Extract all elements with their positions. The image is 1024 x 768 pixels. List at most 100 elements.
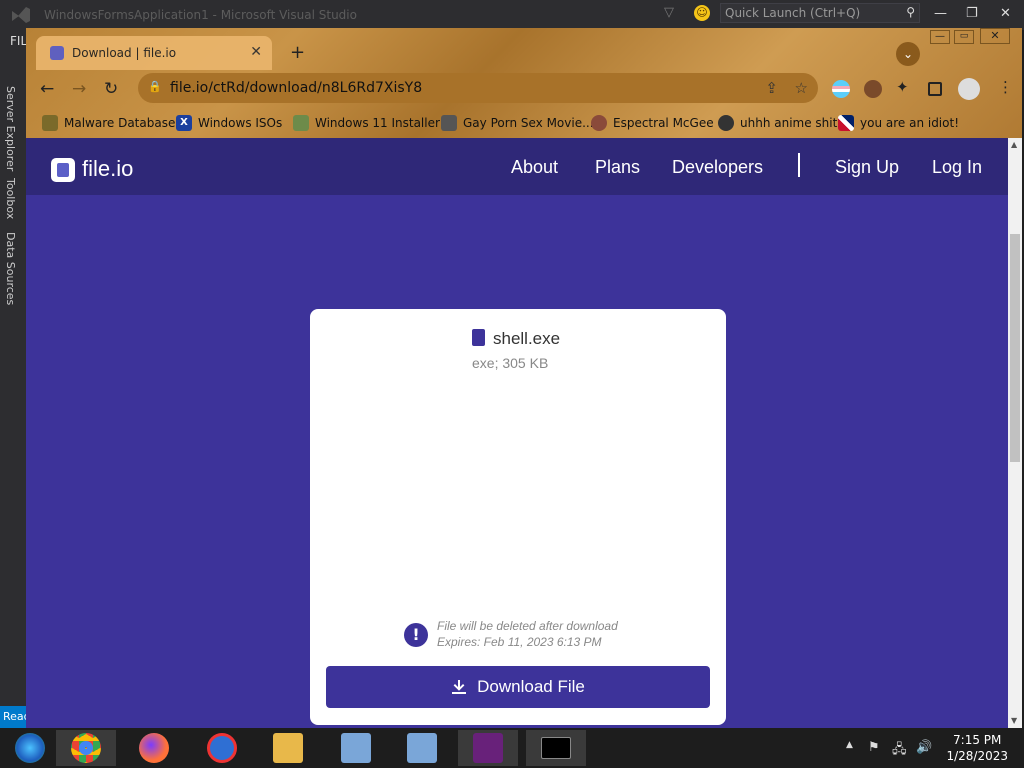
taskbar-explorer[interactable] (258, 730, 318, 766)
tab-search-button[interactable]: ⌄ (896, 42, 920, 66)
vs-status-bar: Ready (0, 706, 37, 728)
taskbar: ▲ ⚑ 🖧 🔊 7:15 PM 1/28/2023 (0, 728, 1024, 768)
bookmark-espectral-mcgee[interactable]: Espectral McGee (591, 112, 714, 134)
nav-about[interactable]: About (511, 157, 558, 178)
bookmark-site[interactable]: Gay Porn Sex Movie... (441, 112, 594, 134)
delete-notice: File will be deleted after download (437, 619, 618, 633)
start-button[interactable] (0, 730, 60, 766)
action-center-flag-icon[interactable]: ⚑ (868, 740, 880, 755)
x-icon: X (176, 115, 192, 131)
data-sources-tab[interactable]: Data Sources (4, 232, 17, 305)
vs-minimize-button[interactable]: — (934, 6, 947, 21)
share-icon[interactable]: ⇪ (765, 79, 778, 97)
reload-button[interactable]: ↻ (104, 79, 118, 99)
nav-signup[interactable]: Sign Up (835, 157, 899, 178)
bookmark-star-icon[interactable]: ☆ (795, 79, 808, 97)
visual-studio-icon (473, 733, 503, 763)
chrome-icon (71, 733, 101, 763)
vs-restore-button[interactable]: ❐ (966, 6, 978, 21)
quick-launch-input[interactable]: Quick Launch (Ctrl+Q) ⚲ (720, 3, 920, 23)
bookmark-you-are-an-idiot[interactable]: you are an idiot! (838, 112, 959, 134)
vs-window-title: WindowsFormsApplication1 - Microsoft Vis… (44, 8, 357, 22)
download-label: Download File (477, 677, 585, 696)
scroll-down-icon[interactable]: ▼ (1011, 716, 1017, 725)
window-minimize-button[interactable]: — (930, 30, 950, 44)
system-clock[interactable]: 7:15 PM 1/28/2023 (946, 732, 1008, 764)
nav-login[interactable]: Log In (932, 157, 982, 178)
extension-avatar-icon[interactable] (864, 80, 882, 98)
nav-divider (798, 153, 800, 177)
back-button[interactable]: ← (40, 79, 54, 99)
extensions-puzzle-icon[interactable]: ✦ (896, 78, 914, 96)
avatar-icon (591, 115, 607, 131)
tab-close-icon[interactable]: ✕ (250, 44, 262, 60)
bookmark-windows-isos[interactable]: X Windows ISOs (176, 112, 282, 134)
quick-launch-placeholder: Quick Launch (Ctrl+Q) (725, 6, 861, 20)
window-close-button[interactable]: ✕ (980, 28, 1010, 44)
image-icon (293, 115, 309, 131)
installer-icon (407, 733, 437, 763)
logo-text[interactable]: file.io (82, 156, 133, 182)
window-maximize-button[interactable]: ▭ (954, 30, 974, 44)
folder-icon (273, 733, 303, 763)
scroll-up-icon[interactable]: ▲ (1011, 140, 1017, 149)
vs-close-button[interactable]: ✕ (1000, 6, 1011, 21)
tab-title: Download | file.io (72, 46, 177, 60)
firefox-icon (139, 733, 169, 763)
volume-icon[interactable]: 🔊 (916, 740, 932, 755)
fileio-logo-icon[interactable] (51, 158, 75, 182)
nav-plans[interactable]: Plans (595, 157, 640, 178)
tab-favicon-icon (50, 46, 64, 60)
bookmark-label: uhhh anime shit (740, 116, 838, 130)
installer-icon (341, 733, 371, 763)
network-icon[interactable]: 🖧 (892, 740, 907, 762)
forward-button[interactable]: → (72, 79, 86, 99)
address-bar[interactable]: 🔒 file.io/ctRd/download/n8L6Rd7XisY8 ⇪ ☆ (138, 73, 818, 103)
server-explorer-tab[interactable]: Server Explorer (4, 86, 17, 171)
bookmark-anime[interactable]: uhhh anime shit (718, 112, 837, 134)
taskbar-cmd[interactable] (526, 730, 586, 766)
taskbar-firefox[interactable] (124, 730, 184, 766)
bookmark-label: you are an idiot! (860, 116, 959, 130)
flag-icon (838, 115, 854, 131)
taskbar-installer-2[interactable] (392, 730, 452, 766)
bookmark-folder-icon (42, 115, 58, 131)
visual-studio-icon (12, 7, 30, 23)
taskbar-visual-studio[interactable] (458, 730, 518, 766)
file-name: shell.exe (493, 329, 561, 348)
extension-flag-icon[interactable] (832, 80, 850, 98)
tray-expand-icon[interactable]: ▲ (846, 740, 853, 750)
bookmark-label: Malware Database (64, 116, 176, 130)
web-page: file.io About Plans Developers Sign Up L… (26, 138, 1008, 728)
bookmark-malware-database[interactable]: Malware Database (42, 112, 175, 134)
toolbox-tab[interactable]: Toolbox (4, 178, 17, 219)
bookmark-label: Espectral McGee (613, 116, 714, 130)
filter-icon[interactable]: ▽ (664, 5, 674, 20)
vs-side-panel: Server Explorer Toolbox Data Sources (0, 30, 26, 728)
expiry-notice: File will be deleted after download Expi… (437, 618, 618, 650)
page-scrollbar[interactable]: ▲ ▼ (1008, 138, 1022, 728)
scrollbar-thumb[interactable] (1010, 234, 1020, 462)
url-text[interactable]: file.io/ctRd/download/n8L6Rd7XisY8 (170, 80, 422, 96)
menu-kebab-icon[interactable]: ⋮ (998, 78, 1016, 96)
clock-time: 7:15 PM (953, 733, 1002, 747)
taskbar-chrome[interactable] (56, 730, 116, 766)
profile-avatar-icon[interactable] (958, 78, 980, 100)
download-file-button[interactable]: Download File (326, 666, 710, 708)
nav-developers[interactable]: Developers (672, 157, 763, 178)
taskbar-opera[interactable] (192, 730, 252, 766)
anime-icon (718, 115, 734, 131)
file-meta: exe; 305 KB (472, 355, 549, 371)
bookmark-label: Windows 11 Installer (315, 116, 440, 130)
feedback-smiley-icon[interactable]: ☺ (694, 5, 710, 21)
browser-window: Download | file.io ✕ + ⌄ — ▭ ✕ ← → ↻ 🔒 f… (26, 28, 1022, 728)
bookmark-label: Windows ISOs (198, 116, 283, 130)
bookmark-windows-11-installer[interactable]: Windows 11 Installer (293, 112, 440, 134)
search-icon: ⚲ (906, 5, 915, 19)
browser-tab[interactable]: Download | file.io ✕ (36, 36, 272, 70)
lock-icon[interactable]: 🔒 (148, 80, 162, 93)
new-tab-button[interactable]: + (290, 42, 305, 63)
side-panel-icon[interactable] (928, 82, 942, 96)
taskbar-installer-1[interactable] (326, 730, 386, 766)
download-icon (452, 680, 467, 694)
